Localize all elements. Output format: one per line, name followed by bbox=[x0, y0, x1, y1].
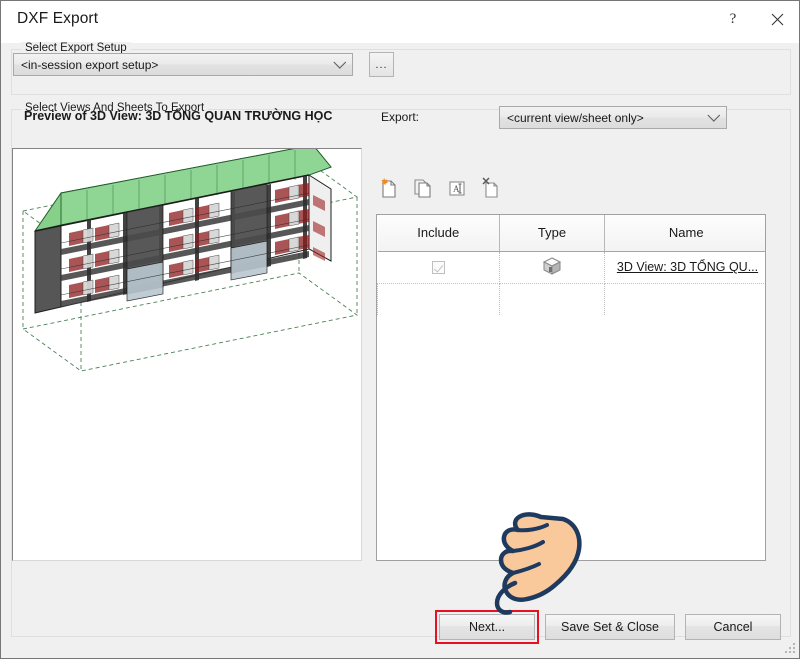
column-header-type[interactable]: Type bbox=[499, 215, 605, 252]
export-scope-value: <current view/sheet only> bbox=[507, 110, 644, 125]
set-toolbar: A bbox=[376, 175, 504, 201]
new-set-icon[interactable] bbox=[376, 175, 402, 201]
table-row[interactable]: 3D View: 3D TỔNG QU... bbox=[377, 251, 765, 284]
help-icon: ? bbox=[729, 10, 737, 27]
title-bar-buttons: ? bbox=[711, 1, 799, 37]
column-header-name[interactable]: Name bbox=[604, 215, 765, 252]
resize-grip-icon[interactable] bbox=[784, 642, 797, 655]
page-title: DXF Export bbox=[17, 10, 99, 27]
dialog-body: Select Export Setup <in-session export s… bbox=[1, 42, 799, 658]
type-cell bbox=[499, 251, 605, 284]
browse-export-setup-button[interactable]: ... bbox=[369, 52, 394, 77]
include-checkbox[interactable] bbox=[431, 261, 445, 275]
preview-label: Preview of 3D View: 3D TỔNG QUAN TRƯỜNG … bbox=[24, 109, 333, 123]
dialog-footer: Next... Save Set & Close Cancel bbox=[1, 596, 800, 658]
export-setup-value: <in-session export setup> bbox=[21, 57, 159, 72]
empty-cell bbox=[604, 283, 765, 315]
preview-pane bbox=[12, 148, 362, 561]
chevron-down-icon bbox=[702, 109, 726, 122]
chevron-down-icon bbox=[328, 56, 352, 69]
export-label: Export: bbox=[381, 110, 420, 124]
title-bar: DXF Export ? bbox=[1, 1, 799, 43]
close-icon bbox=[771, 13, 783, 25]
save-set-and-close-button[interactable]: Save Set & Close bbox=[545, 614, 675, 640]
3d-view-icon bbox=[542, 256, 562, 275]
name-cell[interactable]: 3D View: 3D TỔNG QU... bbox=[604, 251, 765, 284]
include-cell[interactable] bbox=[377, 251, 500, 284]
cancel-button[interactable]: Cancel bbox=[685, 614, 781, 640]
views-table[interactable]: Include Type Name 3D View: 3D TỔNG QU... bbox=[376, 214, 766, 561]
3d-view-preview bbox=[13, 149, 361, 560]
delete-set-icon[interactable] bbox=[478, 175, 504, 201]
column-header-include[interactable]: Include bbox=[377, 215, 500, 252]
next-button[interactable]: Next... bbox=[439, 614, 535, 640]
empty-cell bbox=[499, 283, 605, 315]
view-name-link[interactable]: 3D View: 3D TỔNG QU... bbox=[617, 260, 758, 274]
empty-cell bbox=[377, 283, 500, 315]
close-button[interactable] bbox=[755, 1, 799, 37]
rename-set-icon[interactable]: A bbox=[444, 175, 470, 201]
help-button[interactable]: ? bbox=[711, 1, 755, 37]
table-header-row: Include Type Name bbox=[377, 215, 765, 252]
duplicate-set-icon[interactable] bbox=[410, 175, 436, 201]
dxf-export-dialog: DXF Export ? Select Export Setup <in-ses… bbox=[0, 0, 800, 659]
export-setup-combo[interactable]: <in-session export setup> bbox=[13, 53, 353, 76]
export-scope-combo[interactable]: <current view/sheet only> bbox=[499, 106, 727, 129]
